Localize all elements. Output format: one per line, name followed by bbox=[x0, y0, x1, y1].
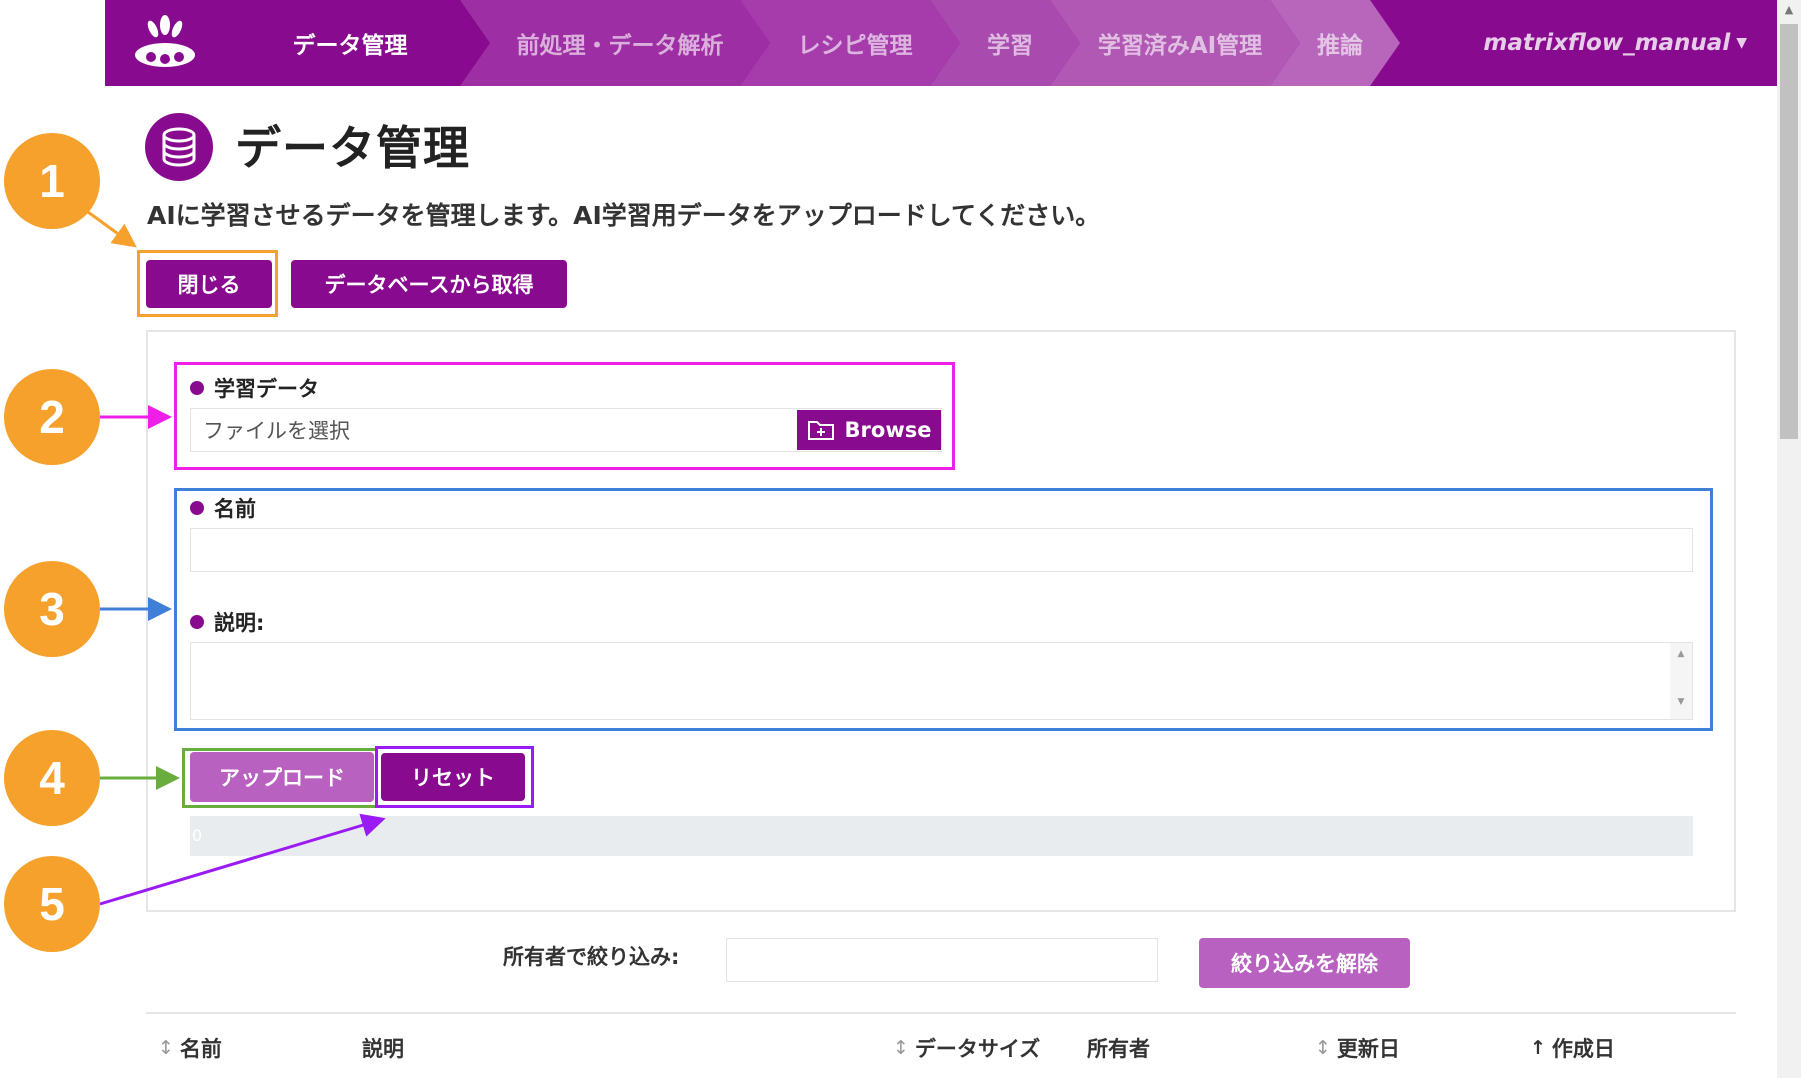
annotation-badge-number: 3 bbox=[39, 583, 65, 635]
highlight-reset-button bbox=[375, 746, 534, 808]
page-title: データ管理 bbox=[235, 121, 470, 175]
column-header-label: 説明 bbox=[362, 1037, 404, 1061]
annotation-badge-number: 4 bbox=[39, 752, 65, 804]
annotation-badge-5: 5 bbox=[4, 856, 100, 952]
nav-step-label: データ管理 bbox=[292, 33, 408, 59]
column-header-label: 名前 bbox=[179, 1037, 222, 1061]
annotation-badge-3: 3 bbox=[4, 561, 100, 657]
annotation-badge-number: 2 bbox=[39, 391, 65, 443]
nav-step-label: 学習 bbox=[987, 33, 1033, 59]
owner-filter-label: 所有者で絞り込み: bbox=[503, 945, 680, 969]
top-nav: データ管理 前処理・データ解析 レシピ管理 学習 学習済みAI管理 推論 mat… bbox=[105, 0, 1777, 86]
column-header-label: 作成日 bbox=[1551, 1037, 1615, 1061]
highlight-close-button bbox=[137, 250, 278, 317]
clear-filter-label: 絞り込みを解除 bbox=[1231, 952, 1378, 976]
annotation-badge-number: 1 bbox=[39, 155, 65, 207]
scroll-up-icon[interactable]: ▲ bbox=[1777, 0, 1801, 20]
nav-step-preprocess[interactable]: 前処理・データ解析 bbox=[460, 0, 770, 86]
sort-icon: ↕ bbox=[893, 1037, 909, 1059]
nav-step-data[interactable]: データ管理 bbox=[200, 0, 490, 86]
nav-step-label: 推論 bbox=[1317, 33, 1363, 59]
user-name: matrixflow_manual bbox=[1483, 30, 1731, 56]
highlight-upload-button bbox=[182, 748, 378, 808]
column-header-label: 更新日 bbox=[1336, 1037, 1400, 1061]
nav-step-recipe[interactable]: レシピ管理 bbox=[740, 0, 960, 86]
upload-progress-value: 0 bbox=[192, 826, 203, 845]
column-header-label: データサイズ bbox=[914, 1037, 1041, 1061]
annotation-badge-2: 2 bbox=[4, 369, 100, 465]
upload-progress-bar: 0 bbox=[190, 816, 1693, 856]
owner-filter-input[interactable] bbox=[726, 938, 1158, 982]
annotation-badge-1: 1 bbox=[4, 133, 100, 229]
database-icon bbox=[145, 113, 213, 181]
fetch-from-database-button[interactable]: データベースから取得 bbox=[291, 260, 567, 308]
nav-step-label: 前処理・データ解析 bbox=[516, 33, 724, 59]
clear-filter-button[interactable]: 絞り込みを解除 bbox=[1199, 938, 1410, 988]
column-header-data-size[interactable]: ↕ データサイズ bbox=[893, 1033, 1040, 1063]
sort-icon: ↕ bbox=[1315, 1037, 1331, 1059]
app-logo-icon[interactable] bbox=[133, 15, 197, 71]
annotation-badge-number: 5 bbox=[39, 878, 65, 930]
user-menu[interactable]: matrixflow_manual ▼ bbox=[1483, 0, 1747, 86]
nav-step-trained-ai[interactable]: 学習済みAI管理 bbox=[1050, 0, 1300, 86]
fetch-from-database-label: データベースから取得 bbox=[324, 273, 534, 297]
nav-step-label: レシピ管理 bbox=[797, 33, 913, 59]
highlight-name-description bbox=[174, 488, 1713, 731]
column-header-owner: 所有者 bbox=[1087, 1033, 1150, 1063]
column-header-name[interactable]: ↕ 名前 bbox=[158, 1033, 222, 1063]
nav-step-label: 学習済みAI管理 bbox=[1097, 33, 1263, 59]
sort-ascending-icon: ↑ bbox=[1530, 1037, 1546, 1059]
page-description: AIに学習させるデータを管理します。AI学習用データをアップロードしてください。 bbox=[147, 201, 1101, 230]
highlight-file-input bbox=[174, 362, 955, 470]
column-header-created[interactable]: ↑ 作成日 bbox=[1530, 1033, 1615, 1063]
annotation-badge-4: 4 bbox=[4, 730, 100, 826]
column-header-description: 説明 bbox=[362, 1033, 404, 1063]
column-header-label: 所有者 bbox=[1087, 1037, 1150, 1061]
column-header-updated[interactable]: ↕ 更新日 bbox=[1315, 1033, 1400, 1063]
scrollbar-thumb[interactable] bbox=[1780, 24, 1798, 439]
caret-down-icon: ▼ bbox=[1736, 35, 1747, 51]
sort-icon: ↕ bbox=[158, 1037, 174, 1059]
